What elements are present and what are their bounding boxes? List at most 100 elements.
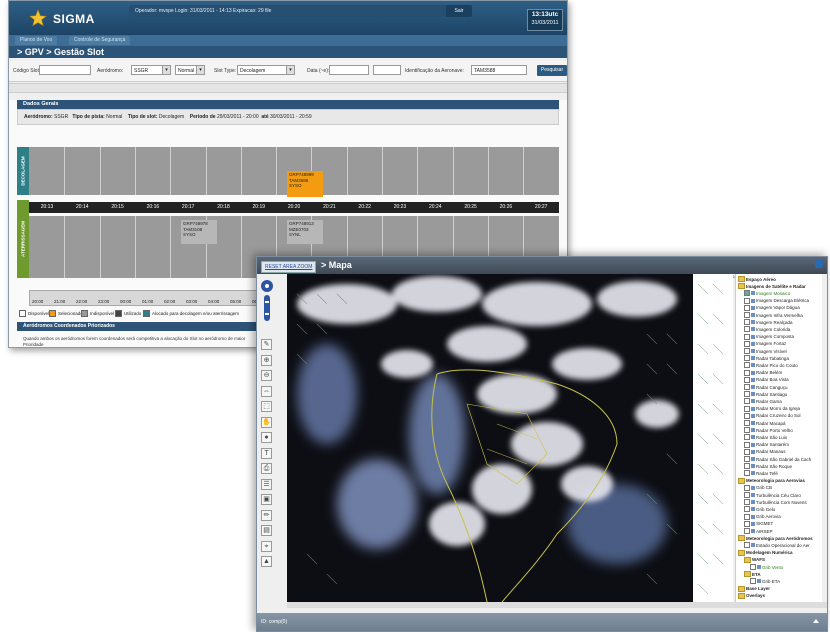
- layer-item[interactable]: Radar Santarém: [744, 441, 789, 448]
- layer-checkbox[interactable]: [744, 463, 750, 470]
- layer-item[interactable]: AIRSEP: [744, 528, 773, 534]
- draw-icon[interactable]: ▤: [261, 525, 272, 536]
- layer-checkbox[interactable]: [744, 340, 750, 347]
- layer-item[interactable]: Radar Porto Velho: [744, 427, 793, 434]
- layer-checkbox[interactable]: [750, 578, 756, 585]
- layer-checkbox[interactable]: [744, 506, 750, 513]
- layer-item[interactable]: Radar Tefé: [744, 470, 778, 477]
- layer-checkbox[interactable]: [744, 376, 750, 383]
- layer-item[interactable]: Radar Belém: [744, 369, 782, 376]
- pista-select[interactable]: Normal ▾: [175, 65, 205, 75]
- horizontal-scrollbar[interactable]: [9, 83, 567, 93]
- layer-folder[interactable]: Meteorologia para Aerovias: [738, 477, 805, 484]
- layer-folder[interactable]: ETA: [744, 571, 761, 578]
- layer-item[interactable]: Imagem Infra Vermelha: [744, 312, 803, 318]
- layer-item[interactable]: Radar São Gabriel da Cach: [744, 456, 811, 462]
- map-horizontal-scrollbar[interactable]: [287, 602, 827, 608]
- layer-item[interactable]: Imagem Realçada: [744, 319, 793, 326]
- layer-checkbox[interactable]: [744, 420, 750, 426]
- layer-checkbox[interactable]: [744, 319, 750, 326]
- layer-item[interactable]: Radar Macapá: [744, 420, 786, 426]
- export-icon[interactable]: ▲: [261, 556, 272, 567]
- reset-zoom-link[interactable]: RESET AREA ZOOM: [261, 261, 317, 273]
- pan-zoom-icon[interactable]: [260, 279, 274, 327]
- layer-item[interactable]: Radar Morro da Igreja: [744, 405, 800, 412]
- layer-checkbox[interactable]: [744, 528, 750, 534]
- layer-checkbox[interactable]: [744, 448, 750, 455]
- data-from-input[interactable]: [329, 65, 369, 75]
- layer-item[interactable]: SIGMET: [744, 520, 773, 527]
- layer-checkbox[interactable]: [744, 542, 750, 549]
- layer-item[interactable]: Imagem Fortaz: [744, 340, 786, 347]
- layer-checkbox[interactable]: [744, 499, 750, 506]
- layer-checkbox[interactable]: [744, 333, 750, 340]
- layer-item[interactable]: Imagem Vapor Dágua: [744, 304, 800, 311]
- layer-checkbox[interactable]: [744, 456, 750, 462]
- layer-folder[interactable]: Meteorologia para Aeródromos: [738, 535, 813, 542]
- layer-checkbox[interactable]: [744, 434, 750, 441]
- layer-checkbox[interactable]: [750, 564, 756, 570]
- layer-checkbox[interactable]: [744, 290, 750, 297]
- layer-item[interactable]: Grib Vento: [750, 564, 783, 570]
- layer-checkbox[interactable]: [744, 484, 750, 491]
- layer-item[interactable]: Turbulência Céu Claro: [744, 492, 801, 498]
- layer-item[interactable]: Turbulência Com Nuvens: [744, 499, 807, 506]
- layer-item[interactable]: Imagem Mosaico: [744, 290, 790, 297]
- layer-folder[interactable]: Modelagem Numérica: [738, 549, 793, 556]
- zoom-out-icon[interactable]: ⊖: [261, 370, 272, 381]
- print-icon[interactable]: ▣: [261, 494, 272, 505]
- zoom-in-icon[interactable]: ⊕: [261, 354, 272, 366]
- slot-type-select[interactable]: Decolagem ▾: [237, 65, 295, 75]
- layer-checkbox[interactable]: [744, 412, 750, 419]
- data-to-input[interactable]: [373, 65, 401, 75]
- layer-item[interactable]: Radar Tabatinga: [744, 355, 789, 362]
- layers-icon[interactable]: ✏: [261, 509, 272, 521]
- layer-checkbox[interactable]: [744, 398, 750, 405]
- doc-icon[interactable]: ⌖: [261, 540, 272, 552]
- overview-timeline[interactable]: 20:00 21:00 22:00 23:00 00:00 01:00 02:00 03:00…: [29, 290, 274, 306]
- logout-button[interactable]: Sair: [446, 5, 472, 17]
- minimize-icon[interactable]: [815, 260, 823, 268]
- layer-checkbox[interactable]: [744, 362, 750, 369]
- select-icon[interactable]: ⬚: [261, 401, 272, 412]
- layer-checkbox[interactable]: [744, 405, 750, 412]
- layer-item[interactable]: Estado Operacional do Aer: [744, 542, 810, 549]
- layer-item[interactable]: Radar Boa Vista: [744, 376, 789, 383]
- location-icon[interactable]: ⎙: [261, 463, 272, 474]
- layer-folder[interactable]: Base Layer: [738, 585, 770, 592]
- layer-folder[interactable]: Espaço Aéreo: [738, 276, 776, 282]
- layer-item[interactable]: Radar Pico do Couto: [744, 362, 798, 369]
- layer-folder[interactable]: Imagens de Satélite e Radar: [738, 283, 806, 290]
- search-button[interactable]: Pesquisar: [537, 65, 567, 76]
- layer-checkbox[interactable]: [744, 441, 750, 448]
- layer-item[interactable]: Grib Gelo: [744, 506, 775, 513]
- layer-item[interactable]: Imagem Colorida: [744, 326, 790, 333]
- hand-icon[interactable]: T: [261, 447, 272, 459]
- layer-item[interactable]: Grib CB: [744, 484, 772, 491]
- layer-checkbox[interactable]: [744, 312, 750, 318]
- aerodromo-select[interactable]: SSGR ▾: [131, 65, 171, 75]
- layer-checkbox[interactable]: [744, 348, 750, 354]
- layer-checkbox[interactable]: [744, 355, 750, 362]
- layer-folder[interactable]: Overlays: [738, 592, 765, 599]
- pan-icon[interactable]: ✎: [261, 339, 272, 350]
- layer-item[interactable]: Grib Aerovia: [744, 513, 781, 520]
- layer-item[interactable]: Radar Gama: [744, 398, 782, 405]
- layer-checkbox[interactable]: [744, 326, 750, 333]
- id-aeronave-input[interactable]: TAM3588: [471, 65, 527, 75]
- layer-checkbox[interactable]: [744, 492, 750, 498]
- tab-planos-de-voo[interactable]: Planos de Voo: [15, 36, 58, 45]
- codigo-slot-input[interactable]: [39, 65, 91, 75]
- layer-item[interactable]: Imagem Visível: [744, 348, 787, 354]
- layer-checkbox[interactable]: [744, 470, 750, 477]
- measure-icon[interactable]: ⇔: [261, 385, 272, 397]
- layer-item[interactable]: Radar Cruzeiro do Sul: [744, 412, 801, 419]
- layer-item[interactable]: Radar São Roque: [744, 463, 792, 470]
- layer-item[interactable]: Imagem Composta: [744, 333, 794, 340]
- info-icon[interactable]: ✋: [261, 416, 272, 428]
- layer-item[interactable]: Radar São Luis: [744, 434, 787, 441]
- layer-checkbox[interactable]: [744, 384, 750, 390]
- layer-checkbox[interactable]: [744, 369, 750, 376]
- layer-item[interactable]: Radar Manaus: [744, 448, 786, 455]
- layer-checkbox[interactable]: [744, 427, 750, 434]
